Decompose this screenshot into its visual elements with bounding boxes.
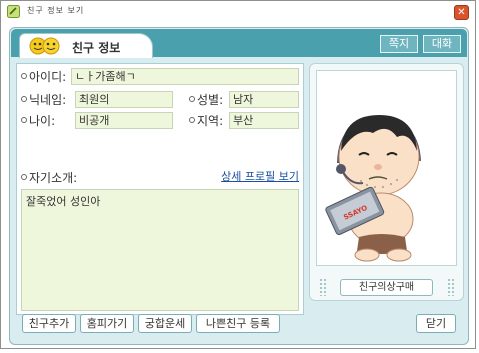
- chat-button[interactable]: 대화: [423, 35, 461, 53]
- profile-section: 아이디: ㄴㅏ가좀해ㄱ 닉네임: 최원의 성별: 남자 나이: 비공개 지역: …: [16, 63, 304, 315]
- detail-profile-link[interactable]: 상세 프로필 보기: [221, 168, 299, 184]
- nickname-label: 닉네임:: [29, 93, 67, 107]
- note-button[interactable]: 쪽지: [380, 35, 418, 53]
- bullet-icon: [21, 96, 27, 102]
- gender-label: 성별:: [197, 93, 224, 107]
- age-label: 나이:: [29, 114, 56, 128]
- gender-field: 남자: [229, 91, 299, 108]
- avatar-panel: SSAYO 친구의상구매: [309, 63, 464, 301]
- id-field: ㄴㅏ가좀해ㄱ: [71, 68, 299, 85]
- close-window-button[interactable]: ✕: [454, 5, 469, 20]
- bullet-icon: [21, 174, 27, 180]
- decoration-dots: [319, 278, 327, 296]
- bullet-icon: [21, 73, 27, 79]
- window-title: 친구 정보 보기: [27, 6, 85, 15]
- homepage-button[interactable]: 홈피가기: [80, 314, 134, 333]
- title-bar: 친구 정보 보기 ✕: [1, 1, 475, 23]
- tab-friend-info[interactable]: 친구 정보: [19, 33, 153, 58]
- bullet-icon: [21, 117, 27, 123]
- main-panel: 친구 정보 쪽지 대화 아이디: ㄴㅏ가좀해ㄱ 닉네임: 최원의 성별: 남자 …: [9, 27, 469, 345]
- block-friend-button[interactable]: 나쁜친구 등록: [196, 314, 280, 333]
- intro-text: 잘죽었어 성인아: [21, 189, 299, 311]
- add-friend-button[interactable]: 친구추가: [22, 314, 76, 333]
- bullet-icon: [189, 96, 195, 102]
- header-bar: 친구 정보 쪽지 대화: [11, 29, 467, 58]
- app-icon: [7, 5, 20, 18]
- buy-outfit-button[interactable]: 친구의상구매: [340, 279, 433, 296]
- bullet-icon: [189, 117, 195, 123]
- region-label: 지역:: [197, 114, 224, 128]
- friend-info-window: 친구 정보 보기 ✕ 친구 정보 쪽지 대화 아이디: ㄴㅏ가좀해ㄱ 닉네임: …: [0, 0, 476, 349]
- tab-label: 친구 정보: [72, 41, 121, 55]
- avatar-image: SSAYO: [325, 115, 421, 262]
- region-field: 부산: [229, 112, 299, 129]
- age-field: 비공개: [75, 112, 173, 129]
- close-icon: ✕: [457, 7, 466, 18]
- decoration-dots: [447, 278, 455, 296]
- nickname-field: 최원의: [75, 91, 173, 108]
- intro-label: 자기소개:: [29, 171, 78, 185]
- compatibility-button[interactable]: 궁합운세: [138, 314, 192, 333]
- avatar-area: SSAYO: [316, 70, 457, 266]
- id-label: 아이디:: [29, 70, 67, 84]
- smiley-icon: [29, 37, 60, 55]
- close-button[interactable]: 닫기: [416, 314, 456, 333]
